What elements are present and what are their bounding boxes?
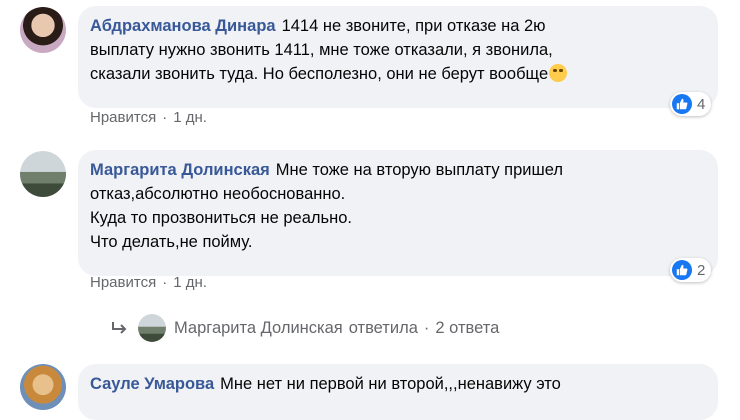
comment-bubble: Абдрахманова Динара 1414 не звоните, при …: [78, 6, 718, 108]
reaction-count-value: 4: [697, 95, 706, 113]
comment-author[interactable]: Маргарита Долинская: [90, 161, 270, 179]
separator-dot: ·: [162, 109, 168, 126]
rolling-eyes-emoji-icon: [549, 64, 568, 82]
avatar[interactable]: [20, 151, 66, 197]
comment-bubble: Маргарита Долинская Мне тоже на вторую вы…: [78, 150, 718, 276]
comment-actions: Нравится · 1 дн.: [90, 274, 207, 291]
like-reaction-icon: [672, 260, 692, 280]
comment-actions: Нравится · 1 дн.: [90, 109, 207, 126]
replies-action: ответила: [348, 318, 418, 337]
comment-bubble: Сауле Умарова Мне нет ни первой ни второй…: [78, 364, 718, 420]
reaction-count-value: 2: [697, 261, 706, 279]
view-replies-link[interactable]: Маргарита Долинская ответила · 2 ответа: [110, 314, 499, 342]
comment-text: Мне нет ни первой ни второй,,,ненавижу э…: [220, 375, 561, 393]
comment-author[interactable]: Сауле Умарова: [90, 375, 214, 393]
comment-timestamp[interactable]: 1 дн.: [173, 274, 207, 291]
comment-timestamp[interactable]: 1 дн.: [173, 109, 207, 126]
reply-arrow-icon: [112, 322, 127, 334]
avatar[interactable]: [20, 364, 66, 410]
like-button[interactable]: Нравится: [90, 109, 156, 126]
like-reaction-icon: [672, 94, 692, 114]
reaction-count[interactable]: 2: [670, 258, 712, 282]
like-button[interactable]: Нравится: [90, 274, 156, 291]
replies-author: Маргарита Долинская: [174, 318, 343, 337]
avatar[interactable]: [20, 7, 66, 53]
separator-dot: ·: [162, 274, 168, 291]
reply-avatar: [138, 314, 166, 342]
comment-author[interactable]: Абдрахманова Динара: [90, 17, 276, 35]
replies-count: 2 ответа: [435, 318, 500, 337]
reaction-count[interactable]: 4: [670, 92, 712, 116]
separator-dot: ·: [423, 318, 430, 337]
